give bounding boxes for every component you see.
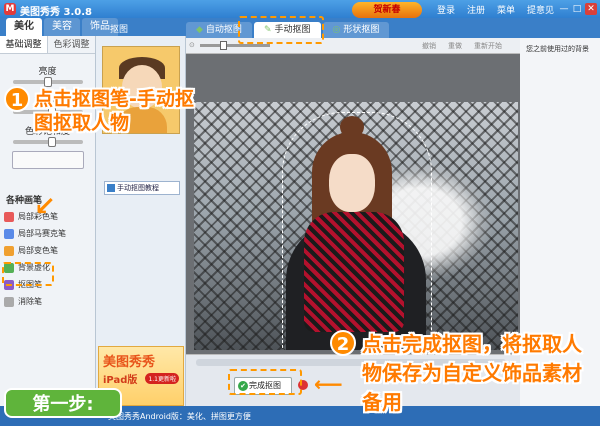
brush-label: 局部马赛克笔 [18,229,66,238]
one-click-button[interactable] [12,151,84,169]
brush-item-mosaic[interactable]: 局部马赛克笔 [4,225,92,242]
highlight-finish-button [228,369,302,395]
step1-number: 1 [4,86,30,112]
tutorial-icon [107,184,115,192]
step2-number: 2 [330,330,356,356]
title-menu: 登录 注册 菜单 提意见 [437,3,554,16]
highlight-manual-tab [238,16,324,44]
saturation-slider[interactable] [12,137,83,147]
minimize-button[interactable]: — [558,3,570,15]
sub-tabs: 基础调整 色彩调整 [0,36,95,54]
tab-beautify[interactable]: 美化 [6,18,42,36]
tutorial-label: 手动抠图教程 [117,184,159,192]
close-button[interactable]: ✕ [585,3,597,15]
brush-list: 局部彩色笔 局部马赛克笔 局部变色笔 背景虚化 抠图笔 消除笔 [4,208,92,310]
brush-item-eraser[interactable]: 消除笔 [4,293,92,310]
step1-text: 点击抠图笔-手动抠图抠取人物 [34,88,194,134]
color-icon [4,245,14,256]
brush-label: 消除笔 [18,297,42,306]
tab-shape-cutout[interactable]: ◎ 形状抠图 [322,22,390,38]
tab-label: 形状抠图 [343,25,380,35]
tab-label: 自动抠图 [205,25,242,35]
zoom-knob[interactable] [220,41,227,50]
zoom-icon: ⊙ [189,41,195,49]
mosaic-icon [4,228,14,239]
step2-text: 点击完成抠图，将抠取人物保存为自定义饰品素材备用 [362,332,582,414]
brush-item-recolor[interactable]: 局部变色笔 [4,242,92,259]
auto-cutout-icon: ◆ [196,25,203,35]
brush-label: 局部变色笔 [18,246,58,255]
brightness-knob[interactable] [43,77,52,87]
redo-button[interactable]: 重做 [448,41,462,51]
feedback-link[interactable]: 提意见 [527,3,554,16]
highlight-cutout-pen [2,262,54,286]
editor-header: 抠图 [110,25,129,35]
tab-basic-adjust[interactable]: 基础调整 [0,36,48,53]
brightness-slider[interactable] [12,77,83,87]
palette-icon [4,211,14,222]
canvas-toolbar: ⊙ 撤销 重做 重新开始 [186,38,520,54]
slider-group-brightness: 亮度 [0,64,95,87]
menu-link[interactable]: 菜单 [497,3,515,16]
register-link[interactable]: 注册 [467,3,485,16]
tab-color-adjust[interactable]: 色彩调整 [48,36,95,53]
app-logo-icon: M [4,3,16,15]
status-text: 美图秀秀Android版：美化、拼图更方便 [108,412,251,421]
ad-title: 美图秀秀 [103,355,156,370]
login-link[interactable]: 登录 [437,3,455,16]
shape-cutout-icon: ◎ [332,25,341,35]
tab-beauty[interactable]: 美容 [44,18,80,36]
zoom-slider[interactable] [200,41,270,50]
undo-button[interactable]: 撤销 [422,41,436,51]
tutorial-button[interactable]: 手动抠图教程 [104,181,180,195]
festival-badge: 贺新春 [352,2,422,18]
brightness-label: 亮度 [38,67,57,77]
cutout-selection[interactable] [282,112,432,350]
recent-backgrounds-label: 您之前使用过的背景 [526,45,589,53]
step-badge: 第一步: [4,388,122,418]
arrow-left-icon: ⟵ [314,372,343,396]
app-title: 美图秀秀 3.0.8 [20,7,92,18]
ad-subtitle: iPad版 [103,375,138,386]
maximize-button[interactable]: □ [571,3,583,15]
eraser-icon [4,296,14,307]
photo-canvas[interactable] [194,102,518,350]
saturation-knob[interactable] [47,137,56,147]
ad-badge: 1.1更新啦 [145,373,179,384]
arrow-down-icon: ↙ [34,192,56,222]
reset-button[interactable]: 重新开始 [474,41,502,51]
